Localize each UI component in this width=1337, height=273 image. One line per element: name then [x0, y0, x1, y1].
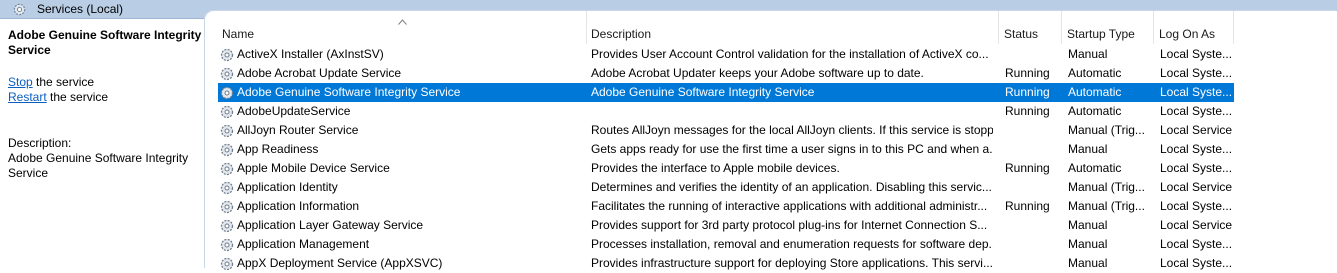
column-header: Name Description Status Startup Type Log… — [205, 11, 1337, 44]
service-startup-type: Manual (Trig... — [1068, 123, 1145, 137]
service-gear-icon — [220, 238, 234, 252]
service-gear-icon — [220, 200, 234, 214]
service-name: Adobe Acrobat Update Service — [237, 66, 402, 80]
service-name: Application Identity — [237, 180, 338, 194]
service-description: Determines and verifies the identity of … — [591, 180, 992, 194]
service-startup-type: Automatic — [1068, 104, 1122, 118]
service-startup-type: Manual (Trig... — [1068, 199, 1145, 213]
table-row[interactable]: Adobe Acrobat Update Service Adobe Acrob… — [205, 64, 1337, 83]
service-status: Running — [1005, 85, 1050, 99]
service-name: Application Management — [237, 237, 370, 251]
service-startup-type: Manual — [1068, 237, 1108, 251]
service-gear-icon — [220, 48, 234, 62]
table-row-selected[interactable]: Adobe Genuine Software Integrity Service… — [205, 83, 1337, 102]
service-status: Running — [1005, 66, 1050, 80]
table-row[interactable]: Apple Mobile Device Service Provides the… — [205, 159, 1337, 178]
column-log-on-as[interactable]: Log On As — [1154, 11, 1234, 44]
description-label: Description: — [8, 136, 72, 150]
service-gear-icon — [220, 219, 234, 233]
stop-link[interactable]: Stop — [8, 75, 33, 89]
services-list: Name Description Status Startup Type Log… — [205, 11, 1337, 271]
table-row[interactable]: ActiveX Installer (AxInstSV) Provides Us… — [205, 45, 1337, 64]
table-row[interactable]: App Readiness Gets apps ready for use th… — [205, 140, 1337, 159]
table-row[interactable]: AppX Deployment Service (AppXSVC) Provid… — [205, 254, 1337, 273]
service-gear-icon — [220, 124, 234, 138]
service-name: AllJoyn Router Service — [237, 123, 359, 137]
service-name: Application Layer Gateway Service — [237, 218, 424, 232]
service-startup-type: Manual (Trig... — [1068, 180, 1145, 194]
service-log-on-as: Local Service — [1160, 123, 1233, 137]
service-log-on-as: Local Syste... — [1160, 142, 1233, 156]
service-description: Gets apps ready for use the first time a… — [591, 142, 993, 156]
column-description[interactable]: Description — [586, 11, 999, 44]
stop-suffix: the service — [32, 75, 95, 89]
service-gear-icon — [220, 143, 234, 157]
service-startup-type: Automatic — [1068, 161, 1122, 175]
service-gear-icon — [220, 86, 234, 100]
service-status: Running — [1005, 161, 1050, 175]
service-log-on-as: Local Syste... — [1160, 47, 1233, 61]
service-name: ActiveX Installer (AxInstSV) — [237, 47, 384, 61]
service-log-on-as: Local Service — [1160, 180, 1233, 194]
restart-link[interactable]: Restart — [8, 90, 47, 104]
service-detail-pane: Adobe Genuine Software Integrity Service… — [0, 19, 205, 269]
service-startup-type: Manual — [1068, 47, 1108, 61]
service-name: AdobeUpdateService — [237, 104, 351, 118]
service-description: Routes AllJoyn messages for the local Al… — [591, 123, 993, 137]
table-row[interactable]: Application Management Processes install… — [205, 235, 1337, 254]
service-startup-type: Manual — [1068, 142, 1108, 156]
service-gear-icon — [220, 162, 234, 176]
service-log-on-as: Local Syste... — [1160, 66, 1233, 80]
service-description: Provides User Account Control validation… — [591, 47, 989, 61]
column-startup-type[interactable]: Startup Type — [1062, 11, 1154, 44]
service-description: Adobe Acrobat Updater keeps your Adobe s… — [591, 66, 924, 80]
column-name[interactable]: Name — [217, 11, 587, 44]
service-startup-type: Manual — [1068, 218, 1108, 232]
service-gear-icon — [220, 105, 234, 119]
service-description: Processes installation, removal and enum… — [591, 237, 993, 251]
service-description: Adobe Genuine Software Integrity Service — [591, 85, 815, 99]
table-row[interactable]: AllJoyn Router Service Routes AllJoyn me… — [205, 121, 1337, 140]
restart-action: Restart the service — [8, 90, 108, 105]
stop-action: Stop the service — [8, 75, 94, 90]
service-status: Running — [1005, 199, 1050, 213]
column-status[interactable]: Status — [999, 11, 1062, 44]
service-log-on-as: Local Syste... — [1160, 237, 1233, 251]
service-description: Facilitates the running of interactive a… — [591, 199, 988, 213]
service-name: Apple Mobile Device Service — [237, 161, 390, 175]
restart-suffix: the service — [46, 90, 109, 104]
service-description: Provides support for 3rd party protocol … — [591, 218, 988, 232]
service-log-on-as: Local Syste... — [1160, 199, 1233, 213]
service-name: Application Information — [237, 199, 360, 213]
service-gear-icon — [220, 257, 234, 271]
gear-icon — [13, 3, 26, 16]
table-row[interactable]: Application Identity Determines and veri… — [205, 178, 1337, 197]
service-status: Running — [1005, 104, 1050, 118]
service-log-on-as: Local Syste... — [1160, 85, 1233, 99]
service-log-on-as: Local Syste... — [1160, 104, 1233, 118]
service-gear-icon — [220, 67, 234, 81]
service-name: App Readiness — [237, 142, 319, 156]
selected-service-title: Adobe Genuine Software Integrity Service — [8, 28, 202, 57]
service-gear-icon — [220, 181, 234, 195]
service-name: Adobe Genuine Software Integrity Service — [237, 85, 461, 99]
table-row[interactable]: AdobeUpdateService Running Automatic Loc… — [205, 102, 1337, 121]
service-startup-type: Automatic — [1068, 85, 1122, 99]
service-startup-type: Automatic — [1068, 66, 1122, 80]
service-description: Provides the interface to Apple mobile d… — [591, 161, 840, 175]
window-title: Services (Local) — [37, 2, 124, 16]
table-row[interactable]: Application Information Facilitates the … — [205, 197, 1337, 216]
service-log-on-as: Local Service — [1160, 218, 1233, 232]
description-text: Adobe Genuine Software Integrity Service — [8, 151, 189, 180]
service-log-on-as: Local Syste... — [1160, 161, 1233, 175]
table-row[interactable]: Application Layer Gateway Service Provid… — [205, 216, 1337, 235]
